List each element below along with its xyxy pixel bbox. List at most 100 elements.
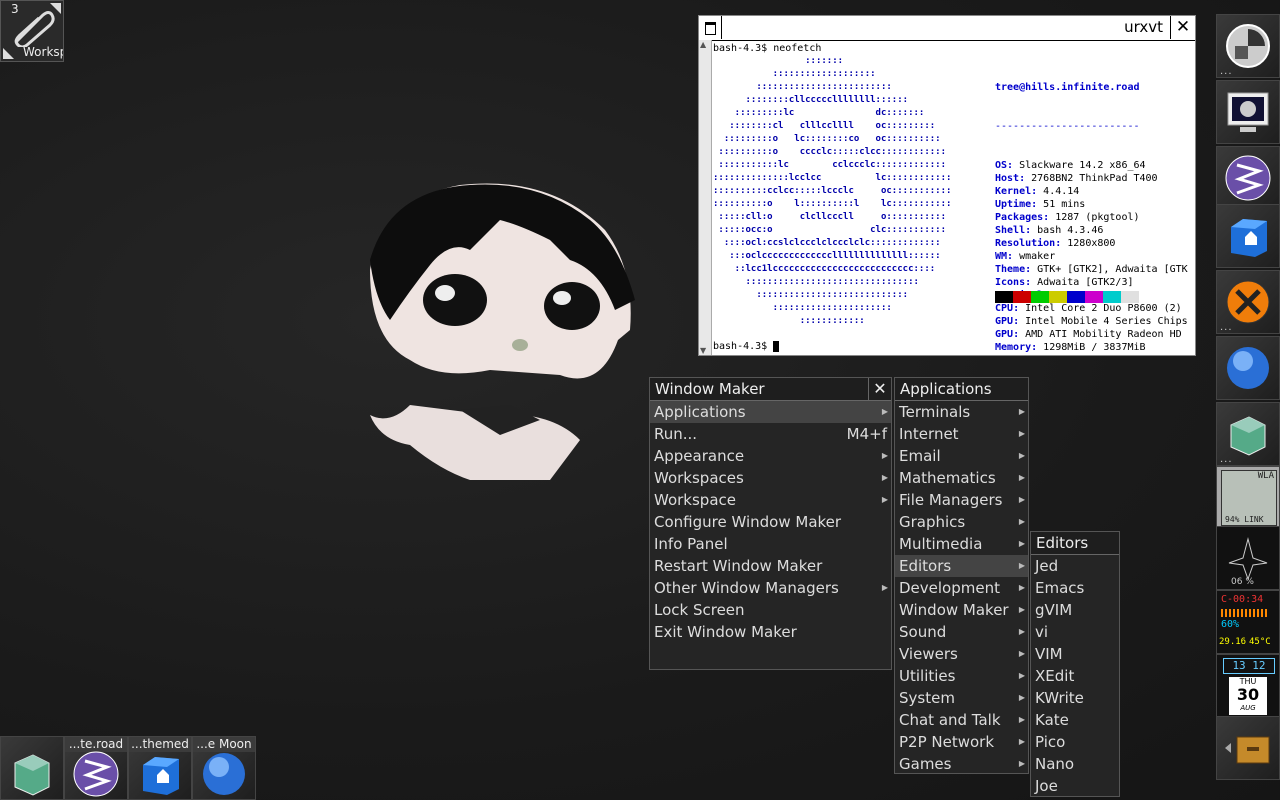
- editors-menu[interactable]: Editors Jed Emacs gVIM vi VIM XEdit KWrite Kate…: [1030, 531, 1120, 797]
- menu-item-run[interactable]: Run... M4+f: [650, 423, 891, 445]
- info-key: Kernel: [995, 186, 1032, 197]
- workspace-label: Worksp: [23, 45, 63, 59]
- menu-item-other-window-managers[interactable]: Other Window Managers ▶: [650, 577, 891, 599]
- menu-item-configure-window-maker[interactable]: Configure Window Maker: [650, 511, 891, 533]
- menu-item-file-managers[interactable]: File Managers ▶: [895, 489, 1028, 511]
- applications-menu-title[interactable]: Applications: [895, 378, 1028, 401]
- moon-icon[interactable]: [1216, 336, 1280, 400]
- cpu-percent: 06 %: [1231, 577, 1254, 587]
- menu-item-label: vi: [1035, 623, 1049, 641]
- info-line: CPU: Intel Core 2 Duo P8600 (2): [995, 303, 1182, 314]
- menu-item-workspaces[interactable]: Workspaces ▶: [650, 467, 891, 489]
- submenu-arrow-icon: ▶: [881, 583, 888, 592]
- menu-item-kwrite[interactable]: KWrite: [1031, 687, 1119, 709]
- menu-item-system[interactable]: System ▶: [895, 687, 1028, 709]
- menu-item-lock-screen[interactable]: Lock Screen: [650, 599, 891, 621]
- menu-close-button[interactable]: ✕: [868, 378, 891, 400]
- menu-item-email[interactable]: Email ▶: [895, 445, 1028, 467]
- menu-item-graphics[interactable]: Graphics ▶: [895, 511, 1028, 533]
- home-folder-icon[interactable]: [1216, 204, 1280, 268]
- menu-item-restart-window-maker[interactable]: Restart Window Maker: [650, 555, 891, 577]
- info-line: Memory: 1298MiB / 3837MiB: [995, 342, 1146, 353]
- paperclip-icon: [14, 11, 55, 47]
- menu-item-pico[interactable]: Pico: [1031, 731, 1119, 753]
- close-button[interactable]: ✕: [1170, 16, 1195, 39]
- menu-item-applications[interactable]: Applications ▶: [650, 401, 891, 423]
- menu-item-gvim[interactable]: gVIM: [1031, 599, 1119, 621]
- menu-item-nano[interactable]: Nano: [1031, 753, 1119, 775]
- menu-item-terminals[interactable]: Terminals ▶: [895, 401, 1028, 423]
- submenu-arrow-icon: ▶: [1018, 451, 1025, 460]
- menu-item-exit-window-maker[interactable]: Exit Window Maker: [650, 621, 891, 643]
- menu-item-editors[interactable]: Editors ▶: [895, 555, 1028, 577]
- dock-dots: ...: [1220, 454, 1233, 465]
- menu-item-workspace[interactable]: Workspace ▶: [650, 489, 891, 511]
- menu-item-info-panel[interactable]: Info Panel: [650, 533, 891, 555]
- menu-item-p2p-network[interactable]: P2P Network ▶: [895, 731, 1028, 753]
- menu-item-games[interactable]: Games ▶: [895, 753, 1028, 775]
- menu-item-utilities[interactable]: Utilities ▶: [895, 665, 1028, 687]
- info-value: GTK+ [GTK2], Adwaita [GTK: [1037, 264, 1188, 275]
- color-swatch: [1085, 291, 1103, 303]
- workspace-clip[interactable]: 3 Worksp: [0, 0, 64, 62]
- taskbar-home[interactable]: ...themed: [128, 736, 192, 800]
- emacs-icon[interactable]: [1216, 146, 1280, 210]
- submenu-arrow-icon: ▶: [1018, 583, 1025, 592]
- clock-calendar: 13 12 THU 30 AUG: [1216, 654, 1280, 718]
- menu-item-vim[interactable]: VIM: [1031, 643, 1119, 665]
- terminal-window[interactable]: urxvt ✕ bash-4.3$ neofetch ::::::: :::::…: [698, 15, 1196, 356]
- menu-item-development[interactable]: Development ▶: [895, 577, 1028, 599]
- menu-item-jed[interactable]: Jed: [1031, 555, 1119, 577]
- info-value: 4.4.14: [1043, 186, 1080, 197]
- terminal-prompt: bash-4.3$: [713, 340, 780, 353]
- menu-item-window-maker[interactable]: Window Maker ▶: [895, 599, 1028, 621]
- taskbar-cube[interactable]: [0, 736, 64, 800]
- menu-item-appearance[interactable]: Appearance ▶: [650, 445, 891, 467]
- menu-item-multimedia[interactable]: Multimedia ▶: [895, 533, 1028, 555]
- menu-item-label: Internet: [899, 425, 959, 443]
- wifi-percent: 94% LINK: [1225, 515, 1264, 524]
- submenu-arrow-icon: ▶: [1018, 605, 1025, 614]
- battery-time: C-00:34: [1221, 594, 1264, 605]
- menu-item-label: Viewers: [899, 645, 958, 663]
- window-maker-menu[interactable]: Window Maker ✕ Applications ▶ Run... M4+f Ap…: [649, 377, 892, 670]
- terminal-content[interactable]: bash-4.3$ neofetch ::::::: :::::::::::::…: [713, 42, 1193, 353]
- menu-item-label: KWrite: [1035, 689, 1084, 707]
- dock-dots: ...: [1220, 66, 1233, 77]
- terminal-titlebar[interactable]: urxvt ✕: [699, 16, 1195, 41]
- info-key: Theme: [995, 264, 1026, 275]
- menu-item-joe[interactable]: Joe: [1031, 775, 1119, 797]
- taskbar-moon[interactable]: ...e Moon: [192, 736, 256, 800]
- menu-item-chat-and-talk[interactable]: Chat and Talk ▶: [895, 709, 1028, 731]
- drawer-icon[interactable]: [1216, 716, 1280, 780]
- menu-item-sound[interactable]: Sound ▶: [895, 621, 1028, 643]
- info-value: Slackware 14.2 x86_64: [1019, 160, 1146, 171]
- info-key: Icons: [995, 277, 1026, 288]
- menu-item-label: VIM: [1035, 645, 1063, 663]
- menu-item-label: Emacs: [1035, 579, 1085, 597]
- submenu-arrow-icon: ▶: [1018, 693, 1025, 702]
- minimize-button[interactable]: [699, 16, 722, 39]
- cube-icon[interactable]: ...: [1216, 402, 1280, 466]
- submenu-arrow-icon: ▶: [881, 495, 888, 504]
- terminal-scrollbar[interactable]: [699, 40, 712, 355]
- menu-item-viewers[interactable]: Viewers ▶: [895, 643, 1028, 665]
- menu-title[interactable]: Window Maker ✕: [650, 378, 891, 401]
- menu-item-kate[interactable]: Kate: [1031, 709, 1119, 731]
- info-key: Resolution: [995, 238, 1056, 249]
- menu-item-emacs[interactable]: Emacs: [1031, 577, 1119, 599]
- menu-item-vi[interactable]: vi: [1031, 621, 1119, 643]
- taskbar-emacs[interactable]: ...te.road: [64, 736, 128, 800]
- x-icon[interactable]: ...: [1216, 270, 1280, 334]
- clip-prev-arrow[interactable]: [3, 48, 14, 59]
- menu-item-xedit[interactable]: XEdit: [1031, 665, 1119, 687]
- submenu-arrow-icon: ▶: [1018, 561, 1025, 570]
- monitor-icon[interactable]: [1216, 80, 1280, 144]
- windowmaker-logo-icon[interactable]: ...: [1216, 14, 1280, 78]
- submenu-arrow-icon: ▶: [1018, 649, 1025, 658]
- menu-item-mathematics[interactable]: Mathematics ▶: [895, 467, 1028, 489]
- menu-item-label: Workspace: [654, 491, 736, 509]
- menu-item-internet[interactable]: Internet ▶: [895, 423, 1028, 445]
- editors-menu-title[interactable]: Editors: [1031, 532, 1119, 555]
- applications-menu[interactable]: Applications Terminals ▶ Internet ▶ Email ▶ Ma…: [894, 377, 1029, 774]
